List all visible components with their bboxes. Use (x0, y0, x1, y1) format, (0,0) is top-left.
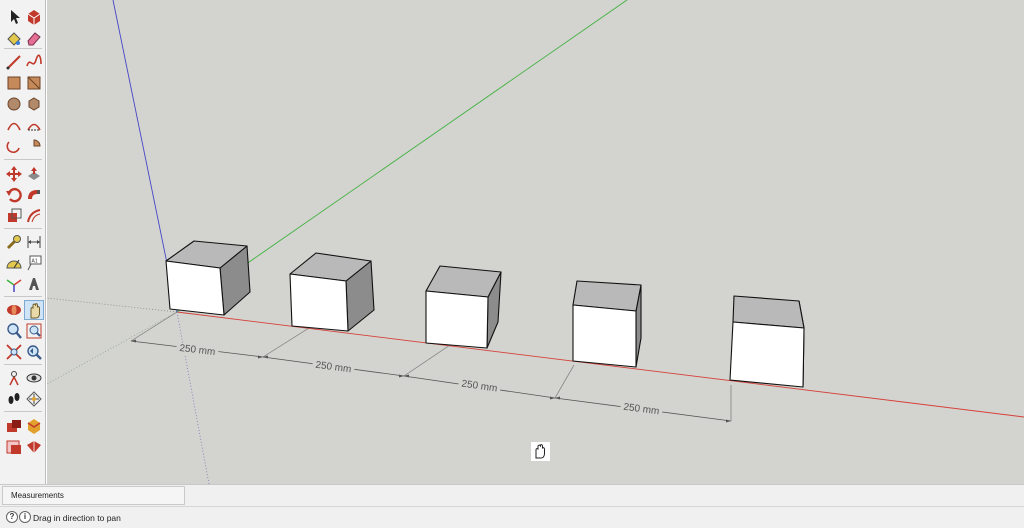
two-point-arc-tool-icon[interactable] (24, 115, 44, 135)
circle-tool-icon[interactable] (4, 94, 24, 114)
offset-tool-icon[interactable] (24, 206, 44, 226)
cube-front-face[interactable] (165, 260, 225, 316)
cube-5 (729, 295, 805, 388)
scene-canvas[interactable]: 250 mm250 mm250 mm250 mm (47, 0, 1024, 484)
move-tool-icon[interactable] (4, 164, 24, 184)
rectangle-tool-icon[interactable] (4, 73, 24, 93)
layout-icon[interactable] (4, 437, 24, 457)
svg-text:A1: A1 (32, 259, 38, 265)
dimension-arrow (399, 374, 404, 378)
blue-axis-negative (176, 311, 210, 484)
cube-front-face[interactable] (729, 321, 805, 388)
cube-2 (289, 252, 375, 332)
measurements-box[interactable]: Measurements (2, 486, 185, 505)
look-around-tool-icon[interactable] (24, 368, 44, 388)
protractor-tool-icon[interactable] (4, 253, 24, 273)
freehand-tool-icon[interactable] (24, 52, 44, 72)
scale-tool-icon[interactable] (4, 206, 24, 226)
toolbar-separator (4, 48, 42, 49)
eraser-tool-icon[interactable] (24, 28, 44, 48)
pan-tool-icon[interactable] (24, 300, 44, 320)
zoom-window-tool-icon[interactable] (24, 321, 44, 341)
3d-warehouse-icon[interactable] (4, 416, 24, 436)
toolbar-separator (4, 364, 42, 365)
dimension-arrow (404, 374, 409, 378)
green-axis-negative (47, 311, 178, 385)
cube-front-face[interactable] (572, 304, 637, 368)
dimension-arrow (550, 396, 555, 400)
walk-tool-icon[interactable] (4, 389, 24, 409)
toolbar-separator (4, 228, 42, 229)
tape-measure-tool-icon[interactable] (4, 232, 24, 252)
toolbar-separator (4, 411, 42, 412)
status-text: Drag in direction to pan (33, 513, 121, 523)
dimension-arrow (258, 355, 263, 359)
line-tool-icon[interactable] (4, 52, 24, 72)
cube-front-face[interactable] (425, 290, 489, 349)
follow-me-tool-icon[interactable] (24, 185, 44, 205)
previous-view-tool-icon[interactable] (24, 342, 44, 362)
pan-hand-cursor-icon (531, 442, 550, 461)
dimension-tool-icon[interactable] (24, 232, 44, 252)
paint-bucket-tool-icon[interactable] (4, 28, 24, 48)
cube-front-face[interactable] (289, 273, 349, 332)
make-component-tool-icon[interactable] (24, 7, 44, 27)
rotated-rectangle-tool-icon[interactable] (24, 73, 44, 93)
dimension-extension-line (554, 364, 575, 399)
dimension-label: 250 mm (179, 343, 216, 358)
red-axis-negative (47, 297, 178, 313)
push-pull-tool-icon[interactable] (24, 164, 44, 184)
cube-3 (425, 265, 502, 349)
zoom-extents-tool-icon[interactable] (4, 342, 24, 362)
three-point-arc-tool-icon[interactable] (4, 136, 24, 156)
cube-4 (572, 280, 642, 368)
geo-location-icon[interactable]: ? (6, 511, 18, 523)
dimension-label: 250 mm (623, 402, 660, 418)
dimension-extension-line (130, 311, 178, 342)
text-tool-icon[interactable]: A1 (24, 253, 44, 273)
sketchup-window: A1 250 mm 250 mm 250 mm 250 mm Measurements… (0, 0, 1024, 528)
dimension-extension-line (262, 327, 310, 358)
axes-tool-icon[interactable] (4, 274, 24, 294)
dimension-arrow (131, 339, 136, 343)
extension-manager-icon[interactable] (24, 437, 44, 457)
orbit-tool-icon[interactable] (4, 300, 24, 320)
instructor-info-icon[interactable]: i (19, 511, 31, 523)
zoom-tool-icon[interactable] (4, 321, 24, 341)
dimension-extension-line (403, 344, 451, 377)
pie-tool-icon[interactable] (24, 136, 44, 156)
toolbar-separator (4, 296, 42, 297)
status-bar: ? i Drag in direction to pan (0, 506, 1024, 528)
toolbar-separator (4, 159, 42, 160)
arc-tool-icon[interactable] (4, 115, 24, 135)
3d-text-tool-icon[interactable] (24, 274, 44, 294)
rotate-tool-icon[interactable] (4, 185, 24, 205)
cube-1 (165, 240, 251, 316)
modeling-viewport[interactable]: 250 mm 250 mm 250 mm 250 mm (47, 0, 1024, 484)
polygon-tool-icon[interactable] (24, 94, 44, 114)
dimension-label: 250 mm (315, 360, 352, 376)
dimension-arrow (263, 355, 268, 359)
large-tool-set-toolbar: A1 (0, 0, 46, 484)
select-tool-icon[interactable] (4, 7, 24, 27)
measurements-panel: Measurements (0, 484, 1024, 506)
position-camera-tool-icon[interactable] (4, 368, 24, 388)
dimension-arrow (726, 419, 731, 423)
extension-warehouse-icon[interactable] (24, 416, 44, 436)
measurements-label: Measurements (11, 491, 64, 500)
section-plane-tool-icon[interactable] (24, 389, 44, 409)
